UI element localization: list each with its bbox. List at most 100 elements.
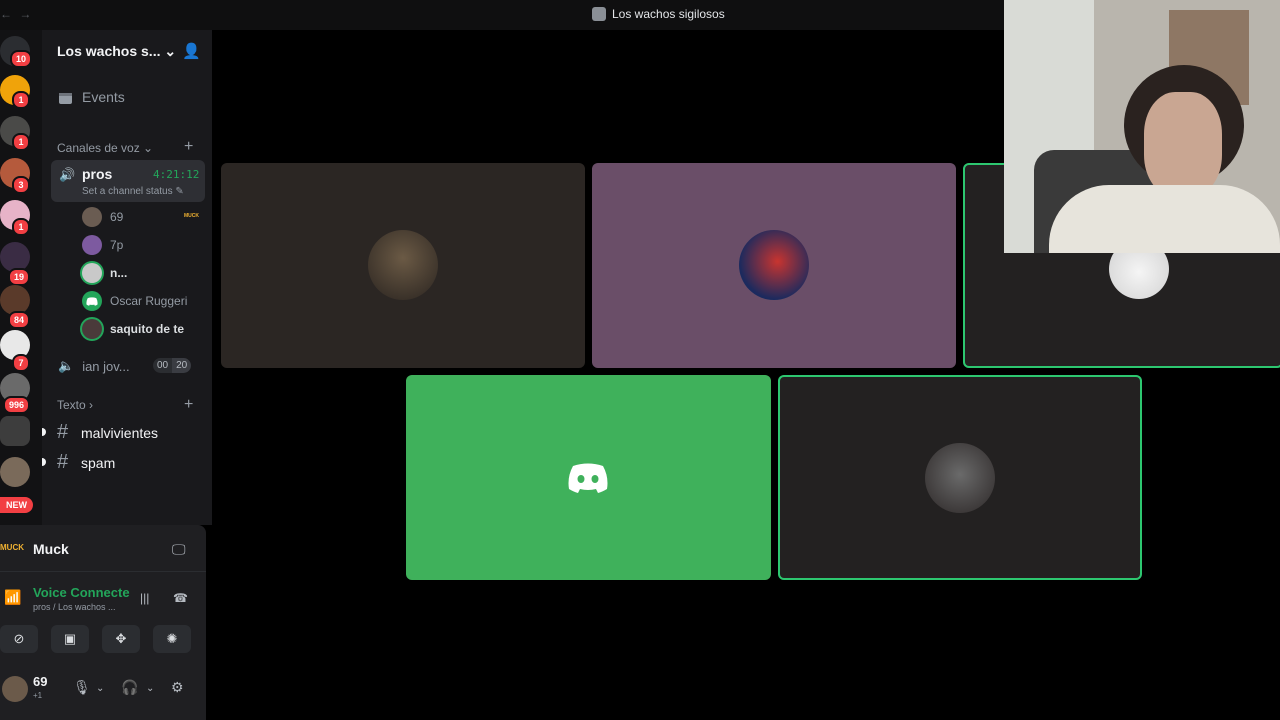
channel-name: malvivientes	[81, 424, 159, 441]
hash-icon: #	[57, 451, 69, 473]
avatar	[82, 235, 102, 255]
avatar	[739, 230, 809, 300]
mention-badge: 996	[3, 396, 31, 414]
screen-share-icon[interactable]: ▣	[51, 625, 89, 653]
avatar	[82, 319, 102, 339]
chevron-down-icon[interactable]: ⌄	[146, 683, 154, 694]
nav-arrows[interactable]: ← →	[0, 7, 33, 21]
user-sub: +1	[33, 691, 43, 700]
person-face	[1144, 92, 1222, 197]
chevron-down-icon: ⌄	[164, 43, 177, 59]
voice-member[interactable]: 69	[82, 207, 123, 227]
mention-badge: 1	[12, 91, 30, 109]
username[interactable]: 69	[33, 674, 47, 689]
user-limit-badge: 00 20	[153, 358, 192, 373]
voice-member[interactable]: saquito de te	[82, 319, 184, 339]
discord-logo-icon	[82, 291, 102, 311]
discord-logo-icon	[568, 463, 608, 493]
mention-badge: 7	[12, 354, 30, 372]
server-item[interactable]	[0, 416, 30, 446]
avatar	[925, 443, 995, 513]
mention-badge: 1	[12, 133, 30, 151]
game-tag: MUCK	[0, 543, 24, 552]
events-link[interactable]: Events	[58, 89, 125, 105]
chevron-down-icon[interactable]: ⌄	[96, 683, 104, 694]
soundboard-icon[interactable]: ✺	[153, 625, 191, 653]
signal-icon[interactable]: 📶	[4, 589, 21, 606]
activities-icon[interactable]: ✥	[102, 625, 140, 653]
gear-icon[interactable]: ⚙	[171, 679, 184, 696]
activity-bar: MUCK Muck 🖵	[0, 525, 206, 572]
voice-category-label: Canales de voz	[57, 141, 140, 155]
participant-tile[interactable]	[221, 163, 585, 368]
mention-badge: 10	[10, 50, 33, 68]
text-category-label: Texto	[57, 398, 86, 412]
mention-badge: 19	[8, 268, 31, 286]
text-channel[interactable]: # spam	[42, 451, 116, 474]
user-count: 00	[153, 358, 173, 373]
member-name: Oscar Ruggeri	[110, 294, 188, 308]
voice-status: Voice Connecte	[33, 585, 130, 600]
participant-tile[interactable]	[592, 163, 956, 368]
channel-name: pros	[82, 166, 113, 182]
channel-status[interactable]: Set a channel status ✎	[82, 186, 184, 197]
voice-member[interactable]: 7p	[82, 235, 123, 255]
call-timer: 4:21:12	[153, 168, 200, 181]
new-pill[interactable]: NEW	[0, 497, 33, 513]
server-name-text: Los wachos s...	[57, 43, 161, 59]
waveform-icon[interactable]: |||	[140, 591, 149, 605]
channel-status-text: Set a channel status	[82, 186, 173, 197]
voice-member[interactable]: n...	[82, 263, 127, 283]
unread-indicator	[42, 458, 46, 466]
mention-badge: 3	[12, 176, 30, 194]
avatar	[82, 207, 102, 227]
channel-name: spam	[81, 454, 116, 471]
text-category[interactable]: Texto ›	[57, 398, 93, 412]
headphones-icon[interactable]: 🎧	[121, 679, 138, 696]
member-name: saquito de te	[110, 322, 185, 336]
participant-tile-speaking[interactable]	[778, 375, 1142, 580]
voice-channel-active[interactable]: 🔊 pros 4:21:12 Set a channel status ✎	[51, 160, 205, 202]
events-label: Events	[82, 89, 125, 105]
mention-badge: 1	[12, 218, 30, 236]
server-icon	[592, 7, 606, 21]
speaker-icon: 🔈	[58, 358, 75, 373]
mic-icon[interactable]: 🎙	[73, 679, 91, 696]
speaker-icon: 🔊	[59, 167, 76, 182]
mention-badge: 84	[8, 311, 31, 329]
member-name: 7p	[110, 238, 124, 252]
screen-share-icon[interactable]: 🖵	[172, 541, 186, 558]
server-item[interactable]	[0, 457, 30, 487]
calendar-icon	[59, 92, 72, 104]
game-name: Muck	[33, 541, 69, 557]
server-rail: 10 1 1 3 1 19 84 7 996 NEW	[0, 30, 42, 530]
user-panel: MUCK Muck 🖵 📶 Voice Connecte pros / Los …	[0, 525, 206, 720]
hash-icon: #	[57, 421, 69, 443]
voice-category[interactable]: Canales de voz ⌄	[57, 141, 153, 155]
avatar	[368, 230, 438, 300]
text-channel[interactable]: # malvivientes	[42, 421, 159, 444]
member-name: n...	[110, 266, 128, 280]
server-name[interactable]: Los wachos s... ⌄	[57, 43, 176, 60]
window-title-text: Los wachos sigilosos	[612, 7, 725, 21]
voice-channel[interactable]: 🔈 ian jov...	[58, 358, 130, 374]
user-row: 69 +1 🎙 ⌄ 🎧 ⌄ ⚙	[0, 670, 206, 710]
user-limit: 20	[172, 358, 192, 373]
voice-controls: ⊘ ▣ ✥ ✺	[0, 625, 206, 653]
voice-connection: 📶 Voice Connecte pros / Los wachos ... |…	[0, 581, 206, 621]
member-name: 69	[110, 210, 124, 224]
window-title: Los wachos sigilosos	[592, 7, 725, 21]
webcam-overlay	[1004, 0, 1280, 253]
add-channel-icon[interactable]: +	[184, 138, 193, 156]
hangup-icon[interactable]: ☎	[173, 591, 188, 605]
pencil-icon: ✎	[175, 186, 184, 197]
voice-member[interactable]: Oscar Ruggeri	[82, 291, 187, 311]
channel-sidebar: Los wachos s... ⌄ 👤 Events Canales de vo…	[42, 30, 212, 525]
participant-tile[interactable]	[406, 375, 771, 580]
person-shirt	[1049, 185, 1280, 253]
camera-off-icon[interactable]: ⊘	[0, 625, 38, 653]
invite-icon[interactable]: 👤	[182, 42, 201, 60]
add-channel-icon[interactable]: +	[184, 396, 193, 414]
voice-location[interactable]: pros / Los wachos ...	[33, 602, 116, 612]
avatar[interactable]	[2, 676, 28, 702]
